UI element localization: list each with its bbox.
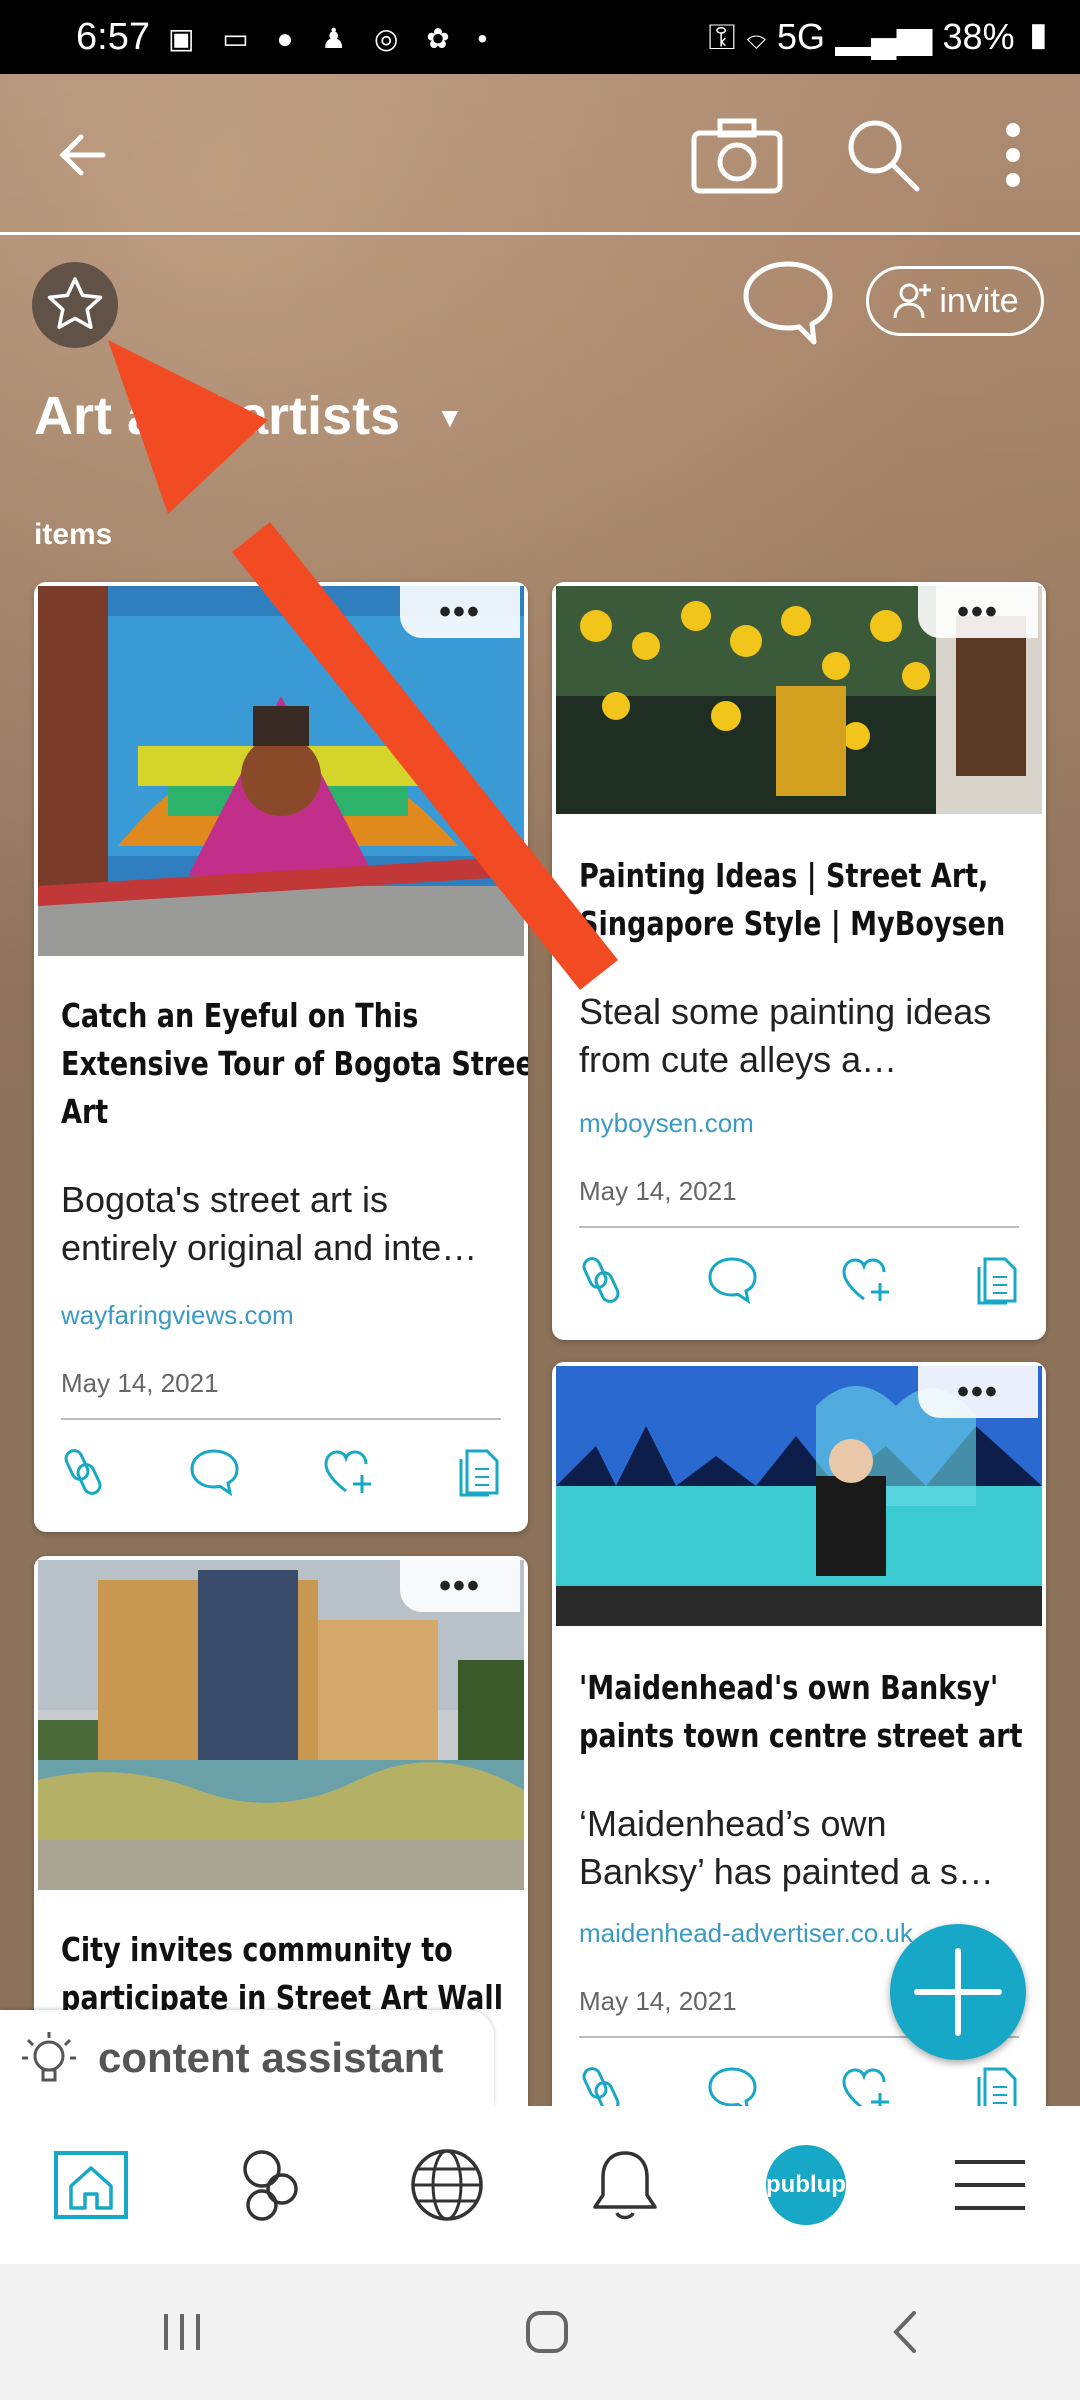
search-button[interactable] xyxy=(838,110,928,200)
back-button[interactable] xyxy=(48,120,118,190)
section-label: items xyxy=(34,518,113,551)
content-card[interactable]: ••• Painting Ideas | Street Art, Singapo… xyxy=(552,582,1046,1340)
content-assistant-label: content assistant xyxy=(98,2034,444,2081)
document-icon[interactable] xyxy=(457,1447,501,1497)
card-actions xyxy=(579,1254,1019,1306)
back-arrow-icon xyxy=(59,134,106,176)
system-nav-bar xyxy=(0,2264,1080,2400)
comment-button[interactable] xyxy=(740,256,836,352)
link-icon[interactable] xyxy=(61,1446,105,1498)
brand-label: publup xyxy=(765,2171,846,2198)
recent-apps-icon[interactable] xyxy=(160,2310,204,2354)
favorite-button[interactable] xyxy=(32,262,118,348)
card-title[interactable]: Painting Ideas | Street Art, Singapore S… xyxy=(579,852,1046,948)
card-actions xyxy=(61,1446,501,1498)
link-icon[interactable] xyxy=(579,1254,623,1306)
home-icon[interactable] xyxy=(53,2150,129,2220)
card-title[interactable]: City invites community to participate in… xyxy=(61,1926,528,2022)
notification-icons: ▣ ▭ ● ♟ ◎ ✿ • xyxy=(168,23,498,54)
card-source-link[interactable]: maidenhead-advertiser.co.uk xyxy=(579,1918,913,1949)
card-divider xyxy=(579,1226,1019,1228)
status-bar: 6:57 ▣ ▭ ● ♟ ◎ ✿ • ⚿ ⌔ 5G ▂▄▆ 38% ▮ xyxy=(0,0,1080,74)
card-description: Steal some painting ideas from cute alle… xyxy=(579,991,992,1080)
more-vert-icon xyxy=(1006,123,1020,187)
globe-icon[interactable] xyxy=(409,2147,485,2223)
comment-icon[interactable] xyxy=(188,1447,240,1497)
page-title[interactable]: Art and artists xyxy=(34,385,400,447)
menu-icon[interactable] xyxy=(953,2156,1027,2214)
card-more-button[interactable]: ••• xyxy=(918,586,1038,638)
card-description: Bogota's street art is entirely original… xyxy=(61,1179,478,1268)
content-card[interactable]: ••• Catch an Eyeful on This Extensive To… xyxy=(34,582,528,1532)
heart-plus-icon[interactable] xyxy=(322,1447,374,1497)
invite-button[interactable]: invite xyxy=(866,266,1044,336)
comment-icon xyxy=(743,261,833,345)
brand-button[interactable]: publup xyxy=(765,2145,846,2225)
lightbulb-icon xyxy=(22,2032,76,2082)
back-nav-icon[interactable] xyxy=(890,2309,920,2355)
card-title[interactable]: Catch an Eyeful on This Extensive Tour o… xyxy=(61,992,528,1136)
card-title[interactable]: 'Maidenhead's own Banksy' paints town ce… xyxy=(579,1664,1046,1760)
camera-icon xyxy=(691,118,783,194)
more-options-button[interactable] xyxy=(990,112,1036,198)
star-icon xyxy=(47,277,103,330)
document-icon[interactable] xyxy=(975,1255,1019,1305)
card-source-link[interactable]: myboysen.com xyxy=(579,1108,754,1139)
card-more-button[interactable]: ••• xyxy=(400,1560,520,1612)
card-image xyxy=(38,586,524,956)
status-time: 6:57 xyxy=(76,16,150,58)
search-icon xyxy=(848,120,920,192)
home-nav-icon[interactable] xyxy=(524,2309,570,2355)
title-dropdown-caret-icon[interactable]: ▼ xyxy=(436,402,464,434)
bottom-nav: publup xyxy=(0,2106,1080,2264)
card-more-button[interactable]: ••• xyxy=(918,1366,1038,1418)
card-divider xyxy=(61,1418,501,1420)
add-person-icon xyxy=(893,283,932,319)
invite-label: invite xyxy=(939,281,1019,320)
content-assistant-button[interactable]: content assistant xyxy=(0,2010,494,2106)
status-right: ⚿ ⌔ 5G ▂▄▆ 38% ▮ xyxy=(708,16,1052,57)
battery-label: 38% xyxy=(942,16,1015,57)
card-source-link[interactable]: wayfaringviews.com xyxy=(61,1300,294,1331)
add-item-fab[interactable] xyxy=(890,1924,1026,2060)
network-label: 5G xyxy=(776,16,826,57)
plus-icon xyxy=(914,1948,1002,2036)
heart-plus-icon[interactable] xyxy=(840,1255,892,1305)
header-divider xyxy=(0,232,1080,235)
camera-button[interactable] xyxy=(690,112,784,198)
bell-icon[interactable] xyxy=(591,2147,659,2223)
card-date: May 14, 2021 xyxy=(61,1368,219,1398)
card-date: May 14, 2021 xyxy=(579,1986,737,2016)
comment-icon[interactable] xyxy=(706,1255,758,1305)
circles-icon[interactable] xyxy=(236,2147,302,2223)
card-description: ‘Maidenhead’s own Banksy’ has painted a … xyxy=(579,1803,994,1892)
card-date: May 14, 2021 xyxy=(579,1176,737,1206)
card-more-button[interactable]: ••• xyxy=(400,586,520,638)
